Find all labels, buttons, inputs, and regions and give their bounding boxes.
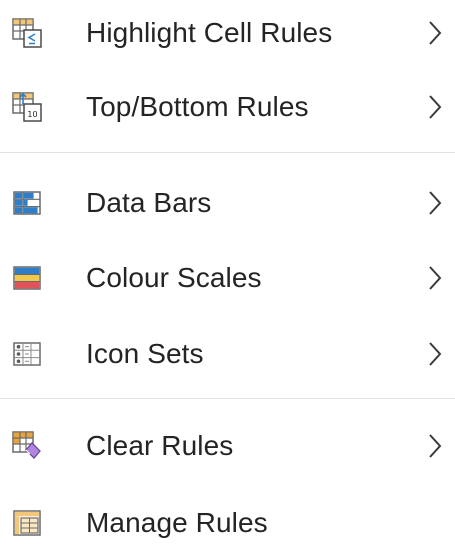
menu-item-label: Icon Sets <box>86 338 204 369</box>
menu-item-colour-scales[interactable]: Colour Scales <box>0 248 455 308</box>
menu-item-label: Data Bars <box>86 187 212 218</box>
menu-item-top-bottom-rules[interactable]: 10 Top/Bottom Rules <box>0 77 455 137</box>
menu-item-label: Colour Scales <box>86 262 262 293</box>
data-bars-icon <box>12 188 42 218</box>
menu-item-label: Clear Rules <box>86 430 234 461</box>
menu-item-label: Manage Rules <box>86 507 268 538</box>
menu-item-clear-rules[interactable]: Clear Rules <box>0 416 455 476</box>
top-bottom-rules-icon: 10 <box>12 92 42 122</box>
icon-sets-icon <box>12 339 42 369</box>
chevron-right-icon <box>427 340 443 368</box>
chevron-right-icon <box>427 432 443 460</box>
menu-item-label: Highlight Cell Rules <box>86 17 333 48</box>
chevron-right-icon <box>427 264 443 292</box>
menu-item-manage-rules[interactable]: Manage Rules <box>0 493 455 553</box>
chevron-right-icon <box>427 189 443 217</box>
colour-scales-icon <box>12 263 42 293</box>
chevron-right-icon <box>427 93 443 121</box>
conditional-formatting-menu: Highlight Cell Rules 10 Top/Bottom Rules <box>0 0 455 542</box>
menu-item-highlight-cell-rules[interactable]: Highlight Cell Rules <box>0 3 455 63</box>
menu-item-data-bars[interactable]: Data Bars <box>0 173 455 233</box>
menu-divider <box>0 152 455 153</box>
manage-rules-icon <box>12 508 42 538</box>
menu-divider <box>0 398 455 399</box>
menu-item-icon-sets[interactable]: Icon Sets <box>0 324 455 384</box>
menu-item-label: Top/Bottom Rules <box>86 91 309 122</box>
top-bottom-icon-number: 10 <box>27 110 37 119</box>
highlight-cell-rules-icon <box>12 18 42 48</box>
chevron-right-icon <box>427 19 443 47</box>
clear-rules-icon <box>12 431 42 461</box>
